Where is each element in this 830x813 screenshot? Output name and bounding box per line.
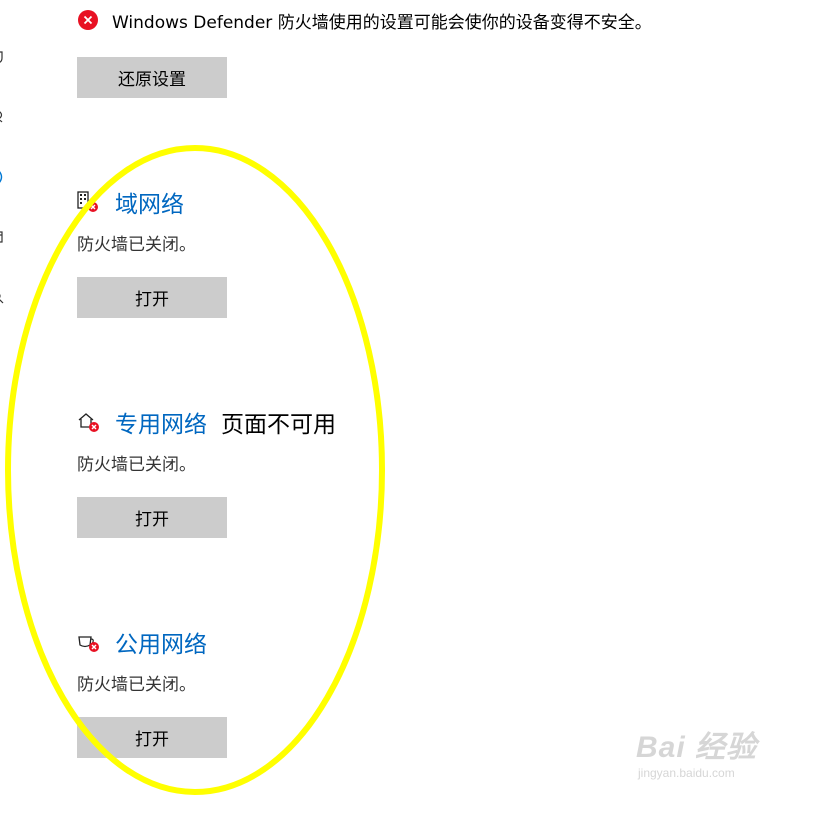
error-icon (78, 10, 98, 30)
domain-network-heading: 域网络 (77, 185, 184, 219)
public-network-heading: 公用网络 (77, 625, 207, 659)
public-network-icon (77, 630, 101, 654)
restore-settings-button[interactable]: 还原设置 (77, 57, 227, 98)
private-network-status: 防火墙已关闭。 (77, 455, 196, 475)
nav-account-icon[interactable] (0, 110, 8, 124)
watermark-url: jingyan.baidu.com (638, 766, 735, 780)
public-network-turn-on-button[interactable]: 打开 (77, 717, 227, 758)
domain-network-status: 防火墙已关闭。 (77, 235, 196, 255)
warning-message: Windows Defender 防火墙使用的设置可能会使你的设备变得不安全。 (112, 12, 652, 33)
domain-network-turn-on-button[interactable]: 打开 (77, 277, 227, 318)
page-unavailable-note: 页面不可用 (221, 412, 336, 438)
public-network-link[interactable]: 公用网络 (115, 625, 207, 659)
domain-network-link[interactable]: 域网络 (115, 185, 184, 219)
private-network-link[interactable]: 专用网络 (115, 405, 207, 439)
domain-network-icon (77, 190, 101, 214)
warning-banner: Windows Defender 防火墙使用的设置可能会使你的设备变得不安全。 (78, 8, 652, 33)
nav-app-browser-icon[interactable] (0, 230, 8, 244)
nav-device-security-icon[interactable] (0, 290, 8, 304)
watermark-logo-text: Bai 经验 (636, 731, 758, 764)
private-network-turn-on-button[interactable]: 打开 (77, 497, 227, 538)
private-network-heading: 专用网络 页面不可用 (77, 405, 336, 439)
nav-shield-icon[interactable] (0, 50, 8, 64)
public-network-status: 防火墙已关闭。 (77, 675, 196, 695)
nav-firewall-network-icon[interactable] (0, 170, 8, 184)
private-network-icon (77, 410, 101, 434)
baidu-watermark: Bai 经验 jingyan.baidu.com (636, 722, 786, 792)
